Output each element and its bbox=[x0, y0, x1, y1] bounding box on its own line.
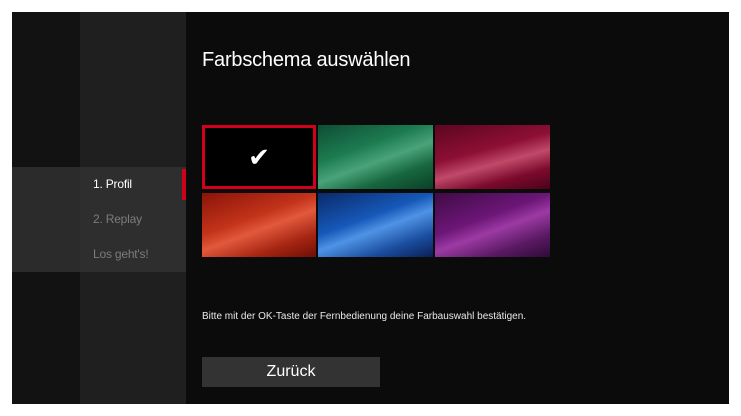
check-icon: ✔ bbox=[248, 142, 270, 172]
step-replay[interactable]: 2. Replay bbox=[80, 202, 186, 237]
swatch-berry[interactable] bbox=[435, 125, 550, 189]
swatch-blue[interactable] bbox=[318, 193, 433, 257]
swatch-red[interactable] bbox=[202, 193, 316, 257]
setup-steps: 1. Profil 2. Replay Los geht's! bbox=[80, 167, 186, 272]
swatch-black[interactable]: ✔ bbox=[202, 125, 316, 189]
step-profil[interactable]: 1. Profil bbox=[80, 167, 186, 202]
color-scheme-grid: ✔ bbox=[202, 125, 550, 257]
page-title: Farbschema auswählen bbox=[202, 49, 411, 71]
step-los-gehts[interactable]: Los geht's! bbox=[80, 237, 186, 272]
swatch-green[interactable] bbox=[318, 125, 433, 189]
back-button[interactable]: Zurück bbox=[202, 357, 380, 387]
steps-band bbox=[12, 167, 80, 272]
confirm-hint: Bitte mit der OK-Taste der Fernbedienung… bbox=[202, 311, 527, 322]
swatch-purple[interactable] bbox=[435, 193, 550, 257]
